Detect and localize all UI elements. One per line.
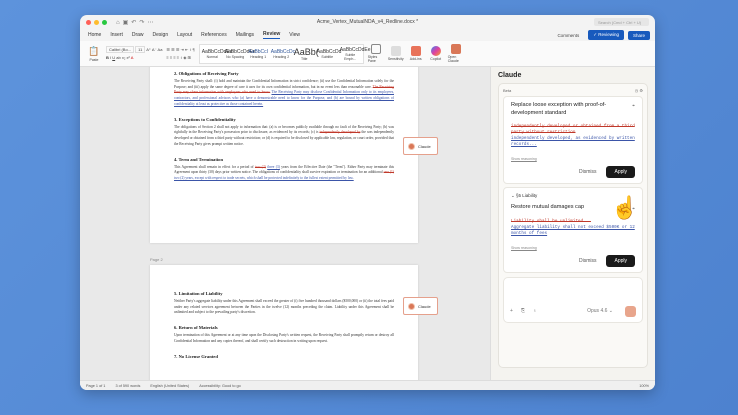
deletion: independently developed by	[319, 130, 361, 135]
suggestion-card: Replace loose exception with proof-of-de…	[503, 96, 643, 184]
search-input[interactable]: Search (Cmd + Ctrl + U)	[594, 18, 649, 26]
open-claude-button[interactable]: Open Claude	[448, 44, 464, 63]
prompt-input[interactable]: + ⎘ ♁ Opus 4.6 ⌄	[503, 276, 643, 323]
locate-icon[interactable]: ⌖	[632, 103, 635, 109]
quick-access-icons[interactable]: ⌂▣↶↷⋯	[116, 19, 156, 26]
show-reasoning-link[interactable]: Show reasoning	[511, 246, 635, 250]
reviewing-button[interactable]: ✓ Reviewing	[588, 30, 624, 40]
hand-pointer-cursor: ☝	[611, 195, 639, 220]
add-ins-button[interactable]: Add-ins	[408, 46, 424, 61]
dismiss-button[interactable]: Dismiss	[579, 169, 597, 175]
page-2[interactable]: 5. Limitation of Liability Neither Party…	[150, 265, 418, 380]
paste-button[interactable]: 📋 Paste	[86, 46, 102, 62]
copilot-icon	[430, 46, 441, 56]
ribbon: 📋 Paste Calibri (Bo... 11 A⁺ A⁻ Aa B I U …	[80, 41, 655, 67]
styles-gallery: AaBbCcDdEe Normal AaBbCcDdEe No Spacing Aa…	[198, 43, 371, 64]
claude-icon	[408, 302, 415, 310]
claude-icon	[408, 142, 415, 150]
paste-icon: 📋	[88, 45, 100, 56]
share-button[interactable]: Share	[627, 30, 650, 40]
beta-label: Beta	[503, 88, 512, 93]
font-format-buttons[interactable]: B I U ab x₂ x² A	[106, 55, 162, 60]
minimize-button[interactable]	[94, 19, 99, 25]
close-button[interactable]	[86, 19, 91, 25]
tab-review[interactable]: Review	[263, 31, 281, 39]
style-normal[interactable]: AaBbCcDdEe Normal	[202, 49, 233, 59]
title-bar: ⌂▣↶↷⋯ Acme_Vertex_MutualNDA_v4_Redline.d…	[80, 15, 655, 29]
copilot-button[interactable]: Copilot	[428, 46, 444, 61]
tab-view[interactable]: View	[289, 32, 300, 38]
style-title[interactable]: AaBb(Title	[294, 47, 319, 61]
paragraph: The obligations of Section 2 shall not a…	[174, 124, 394, 146]
paragraph: The Receiving Party shall: (i) hold and …	[174, 78, 394, 106]
tab-design[interactable]: Design	[153, 32, 169, 38]
claude-icon	[450, 44, 461, 54]
style-no-spacing[interactable]: AaBbCcDdEe No Spacing	[225, 49, 256, 59]
add-ins-icon	[410, 46, 421, 56]
paragraph-buttons[interactable]: ☰ ☰ ☰ ⇥ ⇤ ↕ ¶ ≡ ≡ ≡ ≡ ↕ ◈ ⊞	[166, 47, 194, 60]
claude-comment-badge[interactable]: Claude	[403, 297, 438, 315]
style-heading-2[interactable]: AaBbCcDc Heading 2	[271, 49, 295, 59]
model-select[interactable]: Opus 4.6 ⌄	[587, 308, 613, 314]
panel-title: Claude	[498, 72, 522, 79]
attach-icon[interactable]: ⎘	[521, 308, 525, 314]
maximize-button[interactable]	[102, 19, 107, 25]
font-select[interactable]: Calibri (Bo...	[106, 46, 135, 53]
page-label: Page 2	[150, 257, 163, 262]
add-icon[interactable]: +	[510, 308, 513, 314]
paragraph: Upon termination of this Agreement or at…	[174, 332, 394, 343]
claude-comment-badge[interactable]: Claude	[403, 137, 438, 155]
styles-pane-icon	[370, 44, 381, 54]
font-size-select[interactable]: 11	[135, 46, 146, 53]
show-reasoning-link[interactable]: Show reasoning	[511, 157, 635, 161]
paragraph: Neither Party's aggregate liability unde…	[174, 298, 394, 315]
tab-layout[interactable]: Layout	[177, 32, 192, 38]
tab-mailings[interactable]: Mailings	[236, 32, 254, 38]
styles-pane-button[interactable]: Styles Pane	[368, 44, 384, 63]
comments-button[interactable]: Comments	[552, 31, 584, 40]
style-subtitle[interactable]: AaBbCcDd Subtitle	[317, 49, 342, 59]
mic-icon[interactable]: ♁	[533, 308, 537, 314]
word-window: ⌂▣↶↷⋯ Acme_Vertex_MutualNDA_v4_Redline.d…	[80, 15, 655, 390]
send-button[interactable]	[625, 305, 636, 317]
zoom-level[interactable]: 100%	[639, 384, 649, 388]
history-icon[interactable]: ◷	[635, 88, 639, 93]
dismiss-button[interactable]: Dismiss	[579, 258, 597, 264]
style-heading-1[interactable]: AaBbCcI Heading 1	[248, 49, 269, 59]
document-title: Acme_Vertex_MutualNDA_v4_Redline.docx *	[316, 19, 419, 25]
settings-icon[interactable]: ⚙	[639, 88, 643, 93]
tab-insert[interactable]: Insert	[110, 32, 123, 38]
paragraph: This Agreement shall remain in effect fo…	[174, 164, 395, 181]
sensitivity-icon	[390, 46, 401, 56]
ribbon-tabs: Home Insert Draw Design Layout Reference…	[80, 29, 655, 41]
apply-button[interactable]: Apply	[606, 254, 635, 267]
apply-button[interactable]: Apply	[606, 166, 635, 178]
claude-panel: Claude Beta ◷ ⚙ Replace loose exception w…	[490, 67, 655, 380]
style-subtle-emphasis[interactable]: AaBbCcDdEe Subtle Emph...	[340, 47, 371, 61]
page-1[interactable]: 2. Obligations of Receiving Party The Re…	[150, 67, 418, 243]
tab-draw[interactable]: Draw	[132, 32, 144, 38]
sensitivity-button[interactable]: Sensitivity	[388, 46, 404, 61]
tab-home[interactable]: Home	[88, 32, 101, 38]
status-bar: Page 1 of 1 3 of 590 words English (Unit…	[80, 380, 655, 390]
document-area[interactable]: 2. Obligations of Receiving Party The Re…	[80, 67, 490, 380]
tab-references[interactable]: References	[201, 32, 227, 38]
